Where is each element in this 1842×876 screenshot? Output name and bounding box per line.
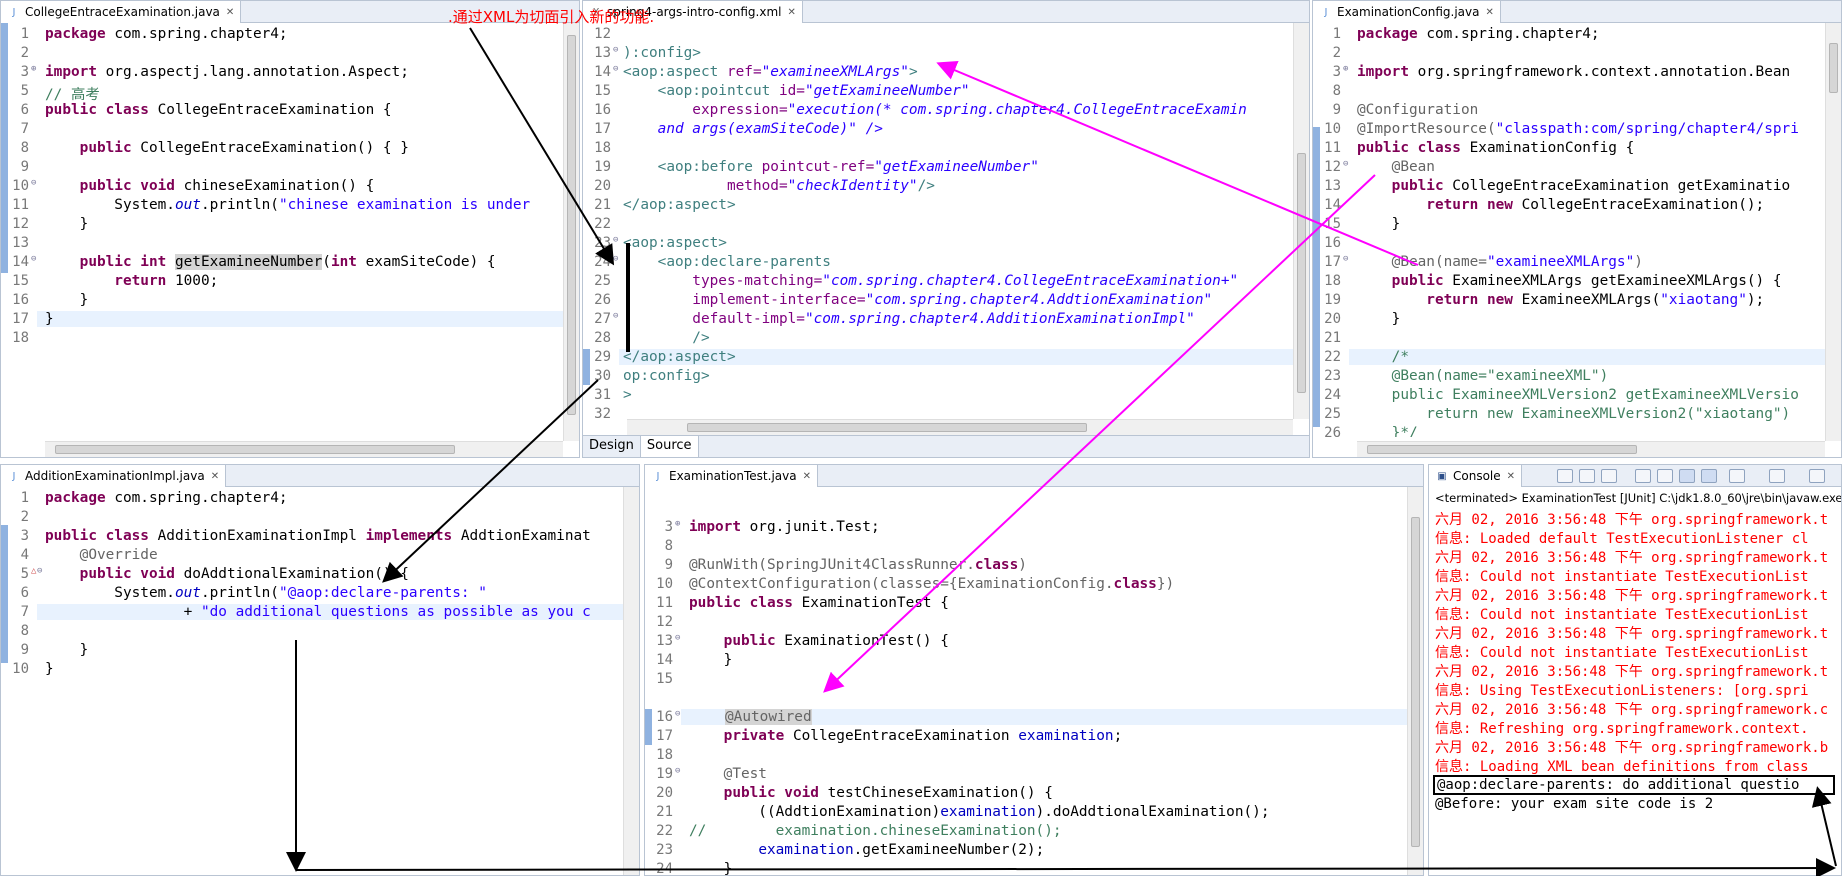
remove-all-icon[interactable] (1601, 469, 1617, 483)
fold-icon[interactable]: ⊖ (1343, 254, 1351, 264)
close-icon[interactable]: ✕ (803, 471, 811, 482)
open-console-icon[interactable] (1769, 469, 1785, 483)
close-icon[interactable]: ✕ (226, 7, 234, 18)
tabbar: X spring4-args-intro-config.xml ✕ (583, 1, 1309, 23)
fold-icon[interactable]: ⊖ (613, 254, 621, 264)
console-output[interactable]: <terminated> ExaminationTest [JUnit] C:\… (1429, 487, 1841, 875)
fold-icon[interactable]: ⊖ (37, 566, 45, 576)
vertical-scrollbar[interactable] (563, 23, 579, 441)
remove-launch-icon[interactable] (1579, 469, 1595, 483)
fold-icon[interactable]: ⊕ (675, 519, 683, 529)
console-header: <terminated> ExaminationTest [JUnit] C:\… (1435, 491, 1842, 505)
horizontal-scrollbar[interactable] (1357, 441, 1825, 457)
vertical-scrollbar[interactable] (1293, 23, 1309, 419)
console-view: ▣ Console ✕ <terminated> ExaminationTest… (1428, 464, 1842, 876)
terminate-icon[interactable] (1557, 469, 1573, 483)
pin-console-icon[interactable] (1679, 469, 1695, 483)
fold-icon[interactable]: ⊖ (31, 178, 39, 188)
fold-icon[interactable]: ⊖ (675, 766, 683, 776)
editor-impl: J AdditionExaminationImpl.java ✕ 1 2 3 4… (0, 464, 640, 876)
tab-impl[interactable]: J AdditionExaminationImpl.java ✕ (1, 465, 227, 487)
scroll-lock-icon[interactable] (1657, 469, 1673, 483)
fold-icon[interactable]: ⊖ (613, 64, 621, 74)
tab-college[interactable]: J CollegeEntraceExamination.java ✕ (1, 1, 242, 23)
fold-icon[interactable]: ⊕ (1343, 64, 1351, 74)
fold-icon[interactable]: ⊖ (613, 235, 621, 245)
display-console-icon[interactable] (1729, 469, 1745, 483)
vertical-scrollbar[interactable] (1407, 487, 1423, 875)
tab-source[interactable]: Source (640, 436, 699, 457)
fold-icon[interactable]: ⊖ (1343, 159, 1351, 169)
tab-test[interactable]: J ExaminationTest.java ✕ (645, 465, 818, 487)
code-area[interactable]: 3 8 9 10 11 12 13 14 15 16 17 18 19 20 2… (645, 487, 1423, 875)
fold-icon[interactable]: ⊕ (31, 64, 39, 74)
console-icon: ▣ (1437, 470, 1447, 482)
editor-xml: X spring4-args-intro-config.xml ✕ 12 13 … (582, 0, 1310, 458)
current-line-highlight (1349, 349, 1827, 365)
java-file-icon: J (12, 470, 16, 482)
java-file-icon: J (1324, 6, 1328, 18)
code-area[interactable]: 1 2 3 8 9 10 11 12 13 14 15 16 17 18 19 … (1313, 23, 1841, 457)
java-file-icon: J (656, 470, 660, 482)
close-icon[interactable]: ✕ (787, 7, 795, 18)
code-area[interactable]: 1 2 3 4 5 6 7 8 9 10 △ ⊖ package com.spr… (1, 487, 639, 875)
editor-config: J ExaminationConfig.java ✕ 1 2 3 8 9 10 … (1312, 0, 1842, 458)
horizontal-scrollbar[interactable] (45, 441, 563, 457)
show-when-output-icon[interactable] (1701, 469, 1717, 483)
fold-icon[interactable]: ⊖ (675, 709, 683, 719)
tab-design[interactable]: Design (583, 436, 641, 457)
code-area[interactable]: 1 2 3 5 6 7 8 9 10 11 12 13 14 15 16 17 … (1, 23, 579, 457)
vertical-scrollbar[interactable] (1825, 23, 1841, 441)
close-icon[interactable]: ✕ (211, 471, 219, 482)
vertical-scrollbar[interactable] (623, 487, 639, 875)
tabbar: J AdditionExaminationImpl.java ✕ (1, 465, 639, 487)
fold-icon[interactable]: ⊖ (613, 45, 621, 55)
fold-icon[interactable]: ⊖ (675, 633, 683, 643)
horizontal-scrollbar[interactable] (627, 419, 1293, 435)
close-icon[interactable]: ✕ (1485, 7, 1493, 18)
annotation-note: .通过XML为切面引入新的功能. (448, 8, 655, 26)
editor-test: J ExaminationTest.java ✕ 3 8 9 10 11 12 … (644, 464, 1424, 876)
fold-icon[interactable]: ⊖ (613, 311, 621, 321)
current-line-highlight (37, 311, 565, 327)
output-declare-parents: @aop:declare-parents: do additional ques… (1433, 775, 1835, 795)
fold-icon[interactable]: ⊖ (31, 254, 39, 264)
editor-college: J CollegeEntraceExamination.java ✕ 1 2 3… (0, 0, 580, 458)
close-icon[interactable]: ✕ (1507, 471, 1515, 482)
view-menu-icon[interactable] (1809, 469, 1825, 483)
output-before: @Before: your exam site code is 2 (1435, 796, 1714, 812)
tab-console[interactable]: ▣ Console ✕ (1429, 465, 1523, 487)
tab-config[interactable]: J ExaminationConfig.java ✕ (1313, 1, 1501, 23)
java-file-icon: J (12, 6, 16, 18)
clear-console-icon[interactable] (1635, 469, 1651, 483)
tabbar: J ExaminationConfig.java ✕ (1313, 1, 1841, 23)
code-area[interactable]: 12 13 14 15 16 17 18 19 20 21 22 23 24 2… (583, 23, 1309, 435)
editor-mode-tabs: Design Source (583, 435, 1309, 457)
tabbar: J ExaminationTest.java ✕ (645, 465, 1423, 487)
tabbar: ▣ Console ✕ (1429, 465, 1841, 487)
